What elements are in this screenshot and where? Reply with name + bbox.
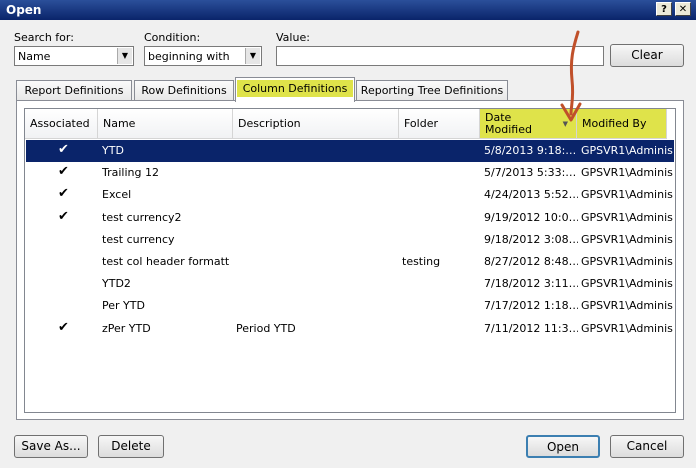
cell-name: test currency2 [102,210,182,224]
value-input[interactable] [276,46,604,66]
column-header-folder[interactable]: Folder [399,109,480,139]
cell-modified-by: GPSVR1\Adminis… [581,255,674,268]
delete-button[interactable]: Delete [98,435,164,458]
value-label: Value: [276,31,310,44]
cell-modified-by: GPSVR1\Adminis… [581,321,674,335]
cell-date-modified: 8/27/2012 8:48… [484,255,578,268]
condition-label: Condition: [144,31,201,44]
check-icon: ✔ [58,186,69,202]
search-for-label: Search for: [14,31,74,44]
column-header-modified-by[interactable]: Modified By [577,109,667,139]
table-row[interactable]: ✔ zPer YTD Period YTD 7/11/2012 11:3… GPSVR1… [26,318,674,340]
cell-date-modified: 9/19/2012 10:0… [484,210,578,224]
column-header-name[interactable]: Name [98,109,233,139]
table-row[interactable]: test col header formatting testing 8/27/20… [26,251,674,273]
clear-button[interactable]: Clear [610,44,684,67]
cell-name: zPer YTD [102,321,151,335]
chevron-down-icon[interactable]: ▼ [117,48,132,64]
definitions-table: Associated Name Description Folder Date … [24,108,676,413]
search-for-value: Name [18,50,51,63]
check-icon: ✔ [58,164,69,180]
cell-date-modified: 5/8/2013 9:18:… [484,144,577,157]
cancel-button[interactable]: Cancel [610,435,684,458]
check-icon: ✔ [58,142,69,157]
cell-folder: testing [402,255,441,268]
cell-name: YTD [102,144,124,157]
column-header-description[interactable]: Description [233,109,399,139]
cell-name: Trailing 12 [102,166,159,180]
cell-modified-by: GPSVR1\Adminis… [581,166,674,180]
tab-column-definitions-label: Column Definitions [236,80,354,97]
date-modified-header-label: Date Modified [485,110,532,136]
window-title: Open [6,3,42,17]
cell-date-modified: 9/18/2012 3:08… [484,232,578,246]
table-row[interactable]: ✔ YTD 5/8/2013 9:18:… GPSVR1\Adminis… [26,140,674,162]
cell-modified-by: GPSVR1\Adminis… [581,144,674,157]
tab-report-definitions[interactable]: Report Definitions [16,80,132,100]
table-row[interactable]: test currency 9/18/2012 3:08… GPSVR1\Admin… [26,229,674,251]
open-button[interactable]: Open [526,435,600,458]
check-icon: ✔ [58,208,69,224]
cell-date-modified: 7/18/2012 3:11… [484,277,578,291]
column-header-date-modified[interactable]: Date Modified ▼ [480,109,577,139]
cell-date-modified: 7/17/2012 1:18… [484,299,578,313]
tab-reporting-tree-definitions[interactable]: Reporting Tree Definitions [356,80,508,100]
close-button[interactable]: ✕ [675,2,691,16]
column-header-associated[interactable]: Associated [25,109,98,139]
cell-modified-by: GPSVR1\Adminis… [581,188,674,202]
help-button[interactable]: ? [656,2,672,16]
cell-date-modified: 4/24/2013 5:52… [484,188,578,202]
cell-modified-by: GPSVR1\Adminis… [581,210,674,224]
cell-name: test col header formatting [102,255,230,268]
table-row[interactable]: Per YTD 7/17/2012 1:18… GPSVR1\Adminis… [26,295,674,317]
cell-name: Per YTD [102,299,145,313]
tab-column-definitions[interactable]: Column Definitions [235,77,355,102]
cell-name: Excel [102,188,132,202]
title-bar: Open ? ✕ [0,0,696,20]
cell-modified-by: GPSVR1\Adminis… [581,277,674,291]
sort-descending-icon: ▼ [562,120,568,128]
cell-name: test currency [102,232,175,246]
table-row[interactable]: YTD2 7/18/2012 3:11… GPSVR1\Adminis… [26,273,674,295]
tab-row-definitions[interactable]: Row Definitions [134,80,234,100]
table-row[interactable]: ✔ test currency2 9/19/2012 10:0… GPSVR1\Adm… [26,207,674,229]
condition-dropdown[interactable]: beginning with ▼ [144,46,262,66]
condition-value: beginning with [148,50,230,63]
cell-modified-by: GPSVR1\Adminis… [581,299,674,313]
cell-date-modified: 7/11/2012 11:3… [484,321,578,335]
cell-modified-by: GPSVR1\Adminis… [581,232,674,246]
check-icon: ✔ [58,319,69,335]
chevron-down-icon[interactable]: ▼ [245,48,260,64]
table-row[interactable]: ✔ Trailing 12 5/7/2013 5:33:… GPSVR1\Admini… [26,162,674,184]
save-as-button[interactable]: Save As... [14,435,88,458]
table-row[interactable]: ✔ Excel 4/24/2013 5:52… GPSVR1\Adminis… [26,184,674,206]
search-for-dropdown[interactable]: Name ▼ [14,46,134,66]
cell-date-modified: 5/7/2013 5:33:… [484,166,577,180]
cell-name: YTD2 [102,277,131,291]
cell-description: Period YTD [236,321,296,335]
